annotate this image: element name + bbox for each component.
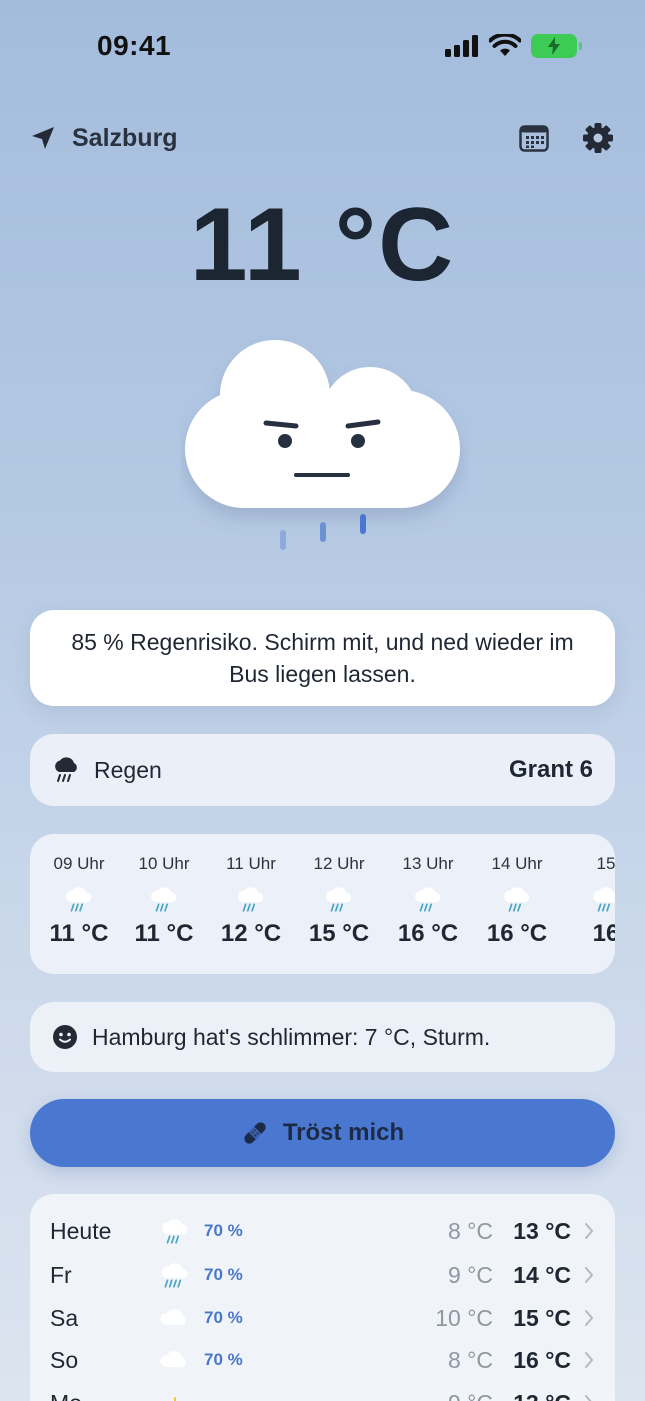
hour-item: 12 Uhr 15 °C — [296, 854, 382, 948]
sun-icon — [158, 1388, 192, 1401]
rain-cloud-icon — [55, 757, 77, 782]
forecast-low: 9 °C — [448, 1390, 493, 1401]
forecast-row[interactable]: Sa 70 % 10 °C 15 °C — [50, 1297, 595, 1339]
chevron-right-icon — [585, 1352, 594, 1368]
top-actions — [517, 121, 615, 155]
forecast-row[interactable]: Mo 9 °C 13 °C — [50, 1382, 595, 1401]
chevron-right-icon — [585, 1223, 594, 1239]
hour-time: 14 Uhr — [491, 854, 543, 873]
comparison-card: Hamburg hat's schlimmer: 7 °C, Sturm. — [30, 1002, 615, 1072]
signal-icon — [445, 35, 478, 57]
grumpy-cloud-icon — [185, 340, 460, 550]
status-bar: 09:41 — [0, 0, 645, 90]
chevron-right-icon — [585, 1395, 592, 1401]
forecast-rain-chance: 70 % — [204, 1308, 243, 1327]
comfort-button-label: Tröst mich — [282, 1119, 405, 1146]
battery-charging-icon — [531, 34, 582, 58]
forecast-row[interactable]: Heute 70 % 8 °C 13 °C — [50, 1210, 595, 1252]
forecast-day: Mo — [50, 1390, 150, 1401]
rain-icon — [158, 1216, 192, 1246]
status-time: 09:41 — [97, 30, 172, 61]
location-name: Salzburg — [72, 123, 178, 152]
wifi-icon — [489, 34, 521, 56]
heavy-rain-icon — [158, 1260, 192, 1290]
settings-button[interactable] — [581, 121, 615, 155]
comfort-button[interactable]: Tröst mich — [30, 1099, 615, 1167]
hour-temp: 16 °C — [486, 920, 548, 947]
forecast-row[interactable]: Fr 70 % 9 °C 14 °C — [50, 1254, 595, 1296]
chevron-right-icon — [585, 1310, 594, 1326]
hour-time: 13 Uhr — [402, 854, 454, 873]
current-temperature: 11 °C — [189, 187, 456, 303]
rain-icon — [64, 884, 94, 914]
forecast-day: Sa — [50, 1304, 79, 1331]
forecast-low: 8 °C — [448, 1346, 493, 1373]
status-icons — [445, 34, 582, 58]
cloud-icon — [158, 1303, 192, 1333]
rain-icon — [413, 884, 443, 914]
hourly-forecast[interactable]: 09 Uhr 11 °C 10 Uhr 11 °C 11 Uhr 12 °C 12 Uhr 1… — [30, 834, 615, 974]
hour-item: 10 Uhr 11 °C — [121, 854, 207, 948]
forecast-high: 15 °C — [513, 1304, 571, 1331]
bandage-icon — [244, 1122, 266, 1144]
hour-item: 14 Uhr 16 °C — [474, 854, 560, 948]
hour-item: 09 Uhr 11 °C — [36, 854, 122, 948]
hour-item: 11 Uhr 12 °C — [208, 854, 294, 948]
forecast-high: 13 °C — [513, 1217, 571, 1244]
forecast-rain-chance: 70 % — [204, 1265, 243, 1284]
daily-forecast: Heute 70 % 8 °C 13 °C Fr 70 % 9 °C 14 °C Sa 70 % 1… — [30, 1194, 615, 1401]
top-bar: Salzburg — [30, 118, 615, 158]
condition-card: Regen Grant 6 — [30, 734, 615, 806]
forecast-low: 9 °C — [448, 1261, 493, 1288]
calendar-button[interactable] — [517, 121, 551, 155]
hour-time: 10 Uhr — [138, 854, 190, 873]
comparison-text: Hamburg hat's schlimmer: 7 °C, Sturm. — [92, 1023, 491, 1050]
forecast-day: Heute — [50, 1217, 112, 1244]
forecast-high: 16 °C — [513, 1346, 571, 1373]
quote-card: 85 % Regenrisiko. Schirm mit, und ned wi… — [30, 610, 615, 706]
cloud-icon — [158, 1345, 192, 1375]
forecast-rain-chance: 70 % — [204, 1350, 243, 1369]
forecast-day: So — [50, 1346, 79, 1373]
quote-text: 85 % Regenrisiko. Schirm mit, und ned wi… — [71, 629, 574, 687]
calendar-icon — [519, 125, 549, 152]
hour-time: 15 — [596, 854, 615, 873]
location-selector[interactable]: Salzburg — [30, 124, 178, 153]
forecast-day: Fr — [50, 1261, 72, 1288]
forecast-low: 8 °C — [448, 1217, 493, 1244]
hour-temp: 12 °C — [220, 920, 282, 947]
rain-icon — [236, 884, 266, 914]
rain-icon — [502, 884, 532, 914]
forecast-high: 13 °C — [505, 1390, 571, 1401]
hour-temp: 16 °C — [397, 920, 459, 947]
rain-icon — [149, 884, 179, 914]
smiley-icon — [53, 1025, 77, 1049]
hour-item: 15 16 — [563, 854, 615, 948]
hour-temp: 16 — [592, 920, 615, 947]
forecast-low: 10 °C — [435, 1304, 493, 1331]
condition-label: Regen — [94, 756, 162, 783]
hour-temp: 11 °C — [134, 920, 194, 947]
hour-item: 13 Uhr 16 °C — [385, 854, 471, 948]
gear-icon — [583, 123, 613, 153]
hour-time: 12 Uhr — [313, 854, 365, 873]
hour-temp: 15 °C — [308, 920, 370, 947]
location-arrow-icon — [32, 127, 54, 149]
rain-icon — [324, 884, 354, 914]
forecast-row[interactable]: So 70 % 8 °C 16 °C — [50, 1339, 595, 1381]
forecast-high: 14 °C — [513, 1261, 571, 1288]
chevron-right-icon — [585, 1267, 594, 1283]
forecast-rain-chance: 70 % — [204, 1221, 243, 1240]
rain-icon — [591, 884, 615, 914]
hour-temp: 11 °C — [49, 920, 109, 947]
grant-score: Grant 6 — [508, 756, 593, 783]
hour-time: 11 Uhr — [226, 854, 276, 873]
hour-time: 09 Uhr — [53, 854, 105, 873]
